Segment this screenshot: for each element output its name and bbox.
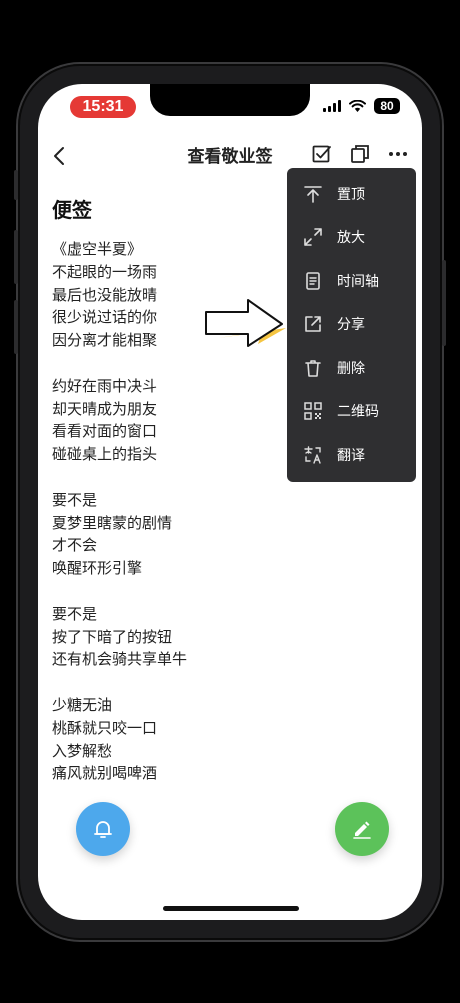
status-time: 15:31 — [70, 96, 136, 118]
status-indicators: 80 — [323, 98, 400, 114]
poem-line: 按了下暗了的按钮 — [52, 627, 173, 646]
chevron-left-icon — [54, 147, 64, 165]
poem-line: 约好在雨中决斗 — [52, 376, 158, 395]
share-icon — [305, 316, 321, 333]
translate-icon — [304, 446, 321, 464]
poem-line: 少糖无油 — [52, 695, 113, 714]
stanza: 要不是 夏梦里瞎蒙的剧情 才不会 唤醒环形引擎 — [52, 489, 292, 580]
app-screen: 15:31 80 查看敬业签 便签 《虚空半夏》 不起眼的一场雨 最后也没能放晴… — [38, 84, 422, 920]
menu-item-share[interactable]: 分享 — [287, 303, 416, 347]
poem-line: 痛风就别喝啤酒 — [52, 764, 158, 783]
poem-line: 要不是 — [52, 604, 98, 623]
power-button — [442, 260, 446, 346]
menu-item-timeline[interactable]: 时间轴 — [287, 259, 416, 303]
wifi-icon — [349, 100, 366, 112]
menu-item-label: 时间轴 — [337, 273, 379, 290]
pin-top-icon — [304, 185, 322, 203]
menu-item-label: 删除 — [337, 360, 365, 377]
volume-down-button — [14, 300, 18, 354]
reminder-button[interactable] — [76, 802, 130, 856]
battery-indicator: 80 — [374, 98, 400, 114]
pencil-icon — [353, 821, 371, 839]
poem-line: 却天晴成为朋友 — [52, 399, 158, 418]
poem-line: 才不会 — [52, 536, 98, 555]
poem-line: 要不是 — [52, 490, 98, 509]
trash-icon — [305, 359, 321, 377]
qrcode-icon — [304, 402, 322, 420]
edit-button[interactable] — [335, 802, 389, 856]
menu-item-label: 放大 — [337, 230, 365, 247]
arrow-right-icon — [205, 299, 286, 347]
back-button[interactable] — [46, 142, 74, 170]
stanza: 要不是 按了下暗了的按钮 还有机会骑共享单牛 — [52, 603, 292, 671]
poem-line: 《虚空半夏》 — [52, 240, 143, 258]
menu-item-label: 分享 — [337, 317, 365, 334]
cellular-signal-icon — [323, 100, 341, 112]
silent-switch — [14, 170, 18, 200]
more-icon[interactable] — [386, 142, 410, 166]
volume-up-button — [14, 230, 18, 284]
checkbox-edit-icon[interactable] — [310, 142, 334, 166]
poem-line: 入梦解愁 — [52, 741, 113, 760]
menu-item-expand[interactable]: 放大 — [287, 216, 416, 260]
camera-notch — [150, 84, 310, 116]
stanza: 约好在雨中决斗 却天晴成为朋友 看看对面的窗口 碰碰桌上的指头 — [52, 375, 292, 466]
poem-line: 唤醒环形引擎 — [52, 559, 143, 578]
stanza: 少糖无油 桃酥就只咬一口 入梦解愁 痛风就别喝啤酒 — [52, 694, 292, 785]
poem-line: 不起眼的一场雨 — [52, 262, 158, 281]
expand-icon — [304, 228, 322, 247]
menu-item-label: 翻译 — [337, 447, 365, 464]
home-indicator — [163, 906, 299, 911]
more-menu: 置顶 放大 时间轴 分享 删除 二维码 翻译 — [287, 168, 416, 482]
poem-line: 还有机会骑共享单牛 — [52, 650, 188, 669]
poem-line: 夏梦里瞎蒙的剧情 — [52, 513, 173, 532]
poem-line: 碰碰桌上的指头 — [52, 445, 158, 464]
menu-item-qrcode[interactable]: 二维码 — [287, 390, 416, 434]
bell-icon — [94, 821, 112, 838]
poem-line: 看看对面的窗口 — [52, 422, 158, 441]
note-heading: 便签 — [52, 198, 92, 222]
menu-item-pin-top[interactable]: 置顶 — [287, 172, 416, 216]
menu-item-label: 二维码 — [337, 404, 379, 421]
menu-item-label: 置顶 — [337, 186, 365, 203]
nav-actions — [310, 142, 410, 166]
menu-item-delete[interactable]: 删除 — [287, 346, 416, 390]
timeline-icon — [306, 271, 320, 290]
copy-icon[interactable] — [348, 142, 372, 166]
poem-line: 桃酥就只咬一口 — [52, 718, 158, 737]
menu-item-translate[interactable]: 翻译 — [287, 433, 416, 477]
